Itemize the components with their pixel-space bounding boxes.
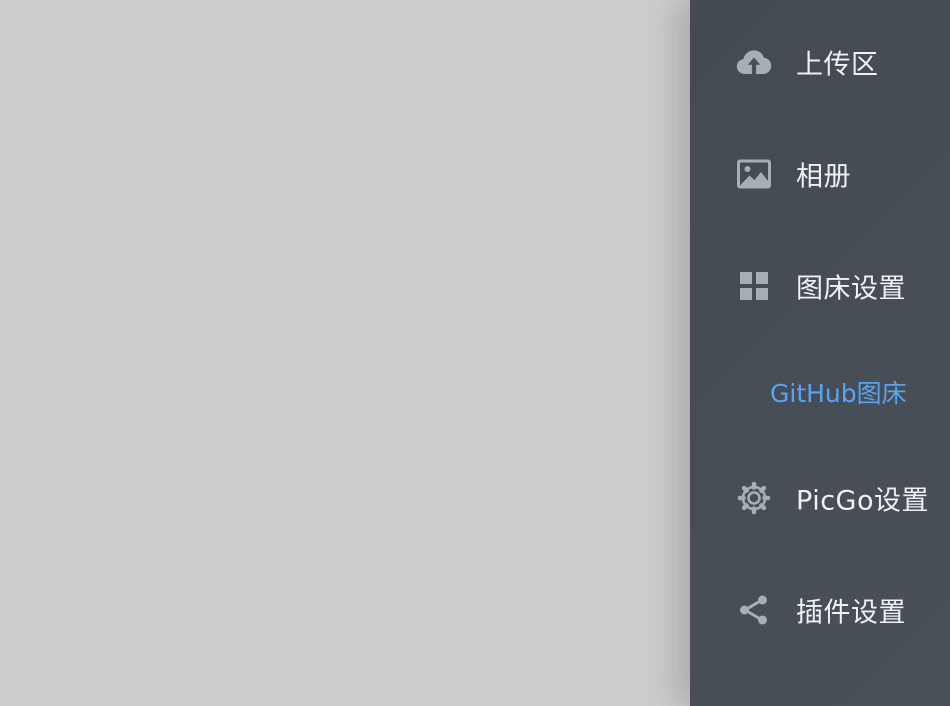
sidebar-item-plugin-settings[interactable]: 插件设置	[690, 580, 950, 640]
sidebar-item-label: 图床设置	[796, 273, 906, 305]
image-icon	[736, 156, 772, 192]
content-area-overlay[interactable]	[0, 0, 690, 706]
sidebar-item-gallery[interactable]: 相册	[690, 144, 950, 204]
sidebar-subitem-label: GitHub图床	[770, 379, 907, 408]
share-icon	[736, 592, 772, 628]
sidebar-item-picbed-settings[interactable]: 图床设置	[690, 256, 950, 316]
grid-icon	[736, 268, 772, 304]
gear-icon	[736, 480, 772, 516]
upload-cloud-icon	[736, 44, 772, 80]
sidebar-item-upload[interactable]: 上传区	[690, 32, 950, 92]
sidebar-item-label: PicGo设置	[796, 485, 929, 517]
sidebar-subitem-github[interactable]: GitHub图床	[690, 367, 950, 417]
sidebar-item-label: 上传区	[796, 49, 879, 81]
sidebar-item-label: 插件设置	[796, 597, 906, 629]
sidebar-item-picgo-settings[interactable]: PicGo设置	[690, 468, 950, 528]
sidebar-item-label: 相册	[796, 161, 851, 193]
sidebar-menu: 上传区 相册 图床设置 GitHub图床 PicGo设置 插件设置	[690, 0, 950, 706]
